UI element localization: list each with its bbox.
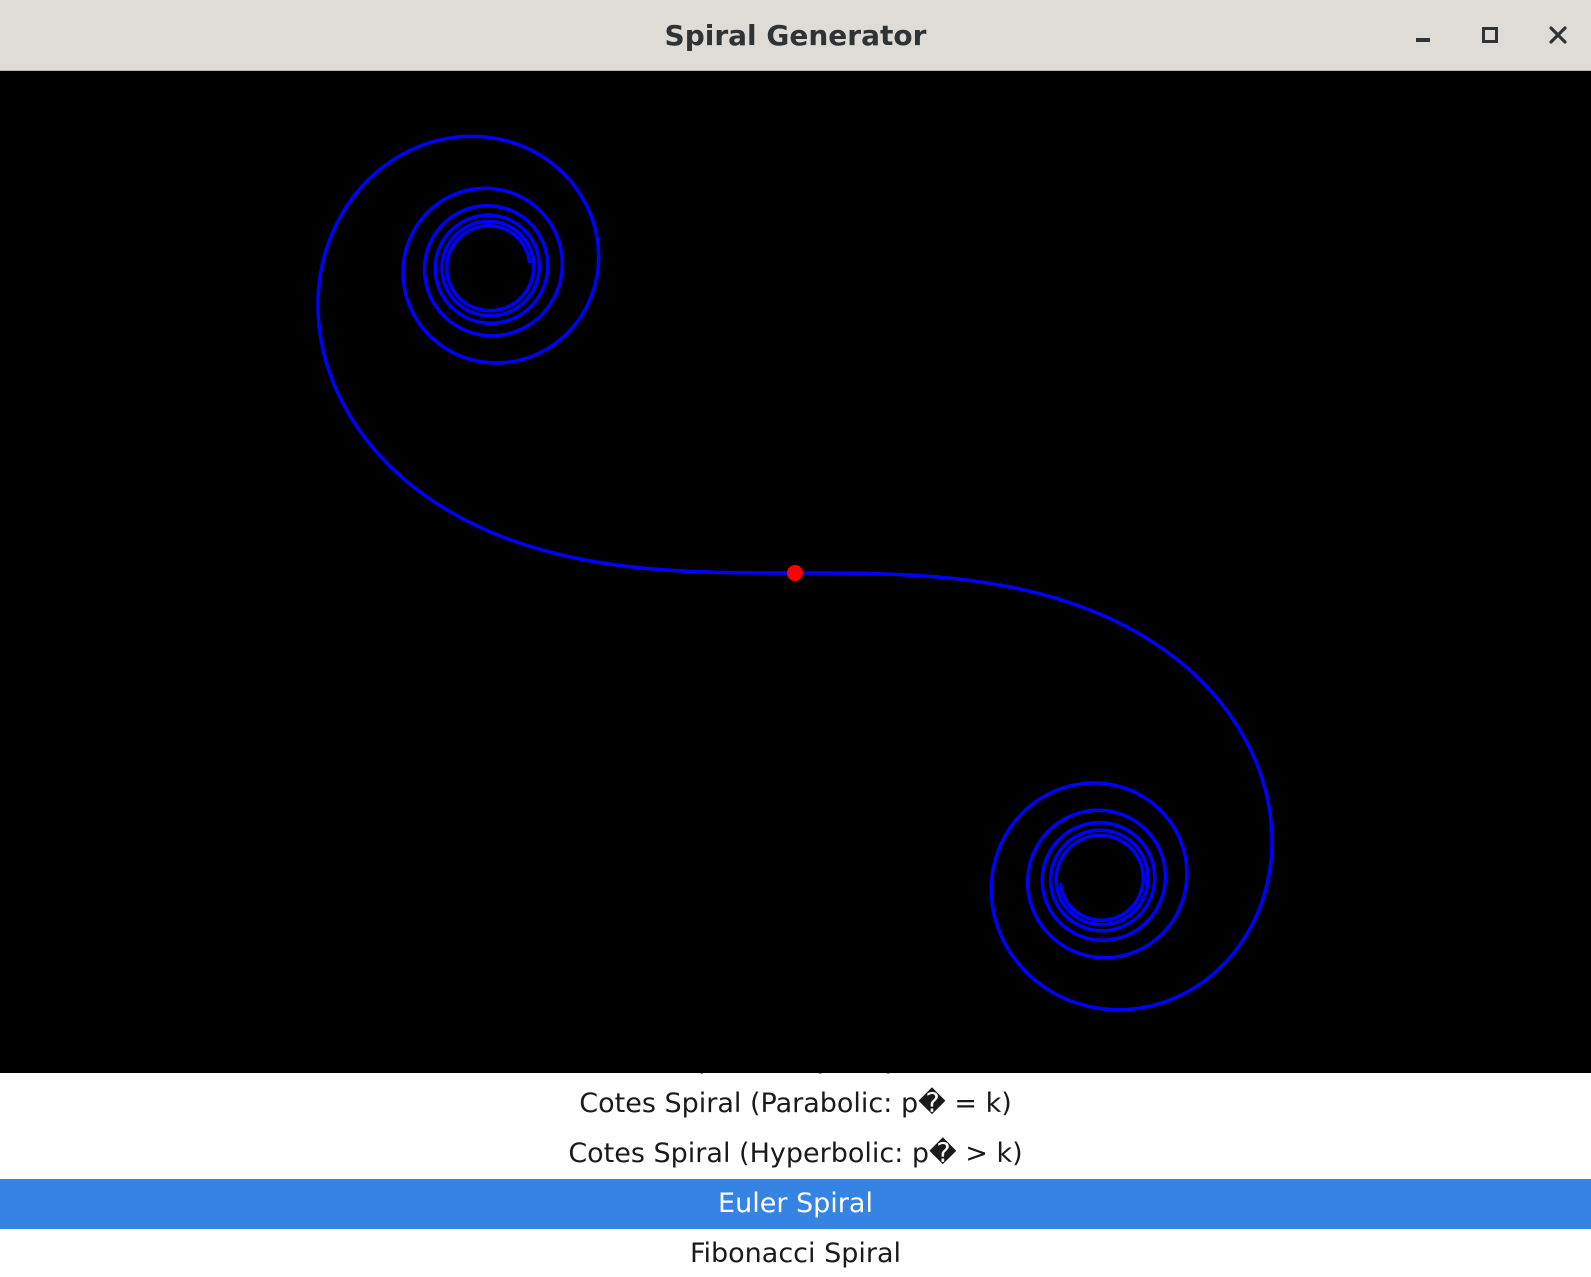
origin-marker (787, 565, 803, 581)
close-icon (1549, 26, 1567, 44)
list-item[interactable]: Cotes Spiral (Parabolic: p� = k) (0, 1079, 1591, 1129)
title-bar[interactable]: Spiral Generator (0, 0, 1591, 71)
spiral-type-list[interactable]: Cotes Spiral (Elliptic: p� < k) Cotes Sp… (0, 1073, 1591, 1277)
window-title: Spiral Generator (664, 19, 927, 52)
maximize-icon (1482, 27, 1498, 43)
minimize-icon (1416, 38, 1430, 42)
spiral-drawing (316, 134, 1274, 1012)
maximize-button[interactable] (1470, 15, 1510, 55)
list-item[interactable]: Cotes Spiral (Hyperbolic: p� > k) (0, 1129, 1591, 1179)
close-button[interactable] (1538, 15, 1578, 55)
list-item-selected[interactable]: Euler Spiral (0, 1179, 1591, 1229)
spiral-canvas[interactable] (0, 71, 1591, 1073)
app-window: Spiral Generator Cotes Spiral (Elliptic:… (0, 0, 1591, 1277)
minimize-button[interactable] (1403, 15, 1443, 55)
list-item[interactable]: Fibonacci Spiral (0, 1229, 1591, 1277)
